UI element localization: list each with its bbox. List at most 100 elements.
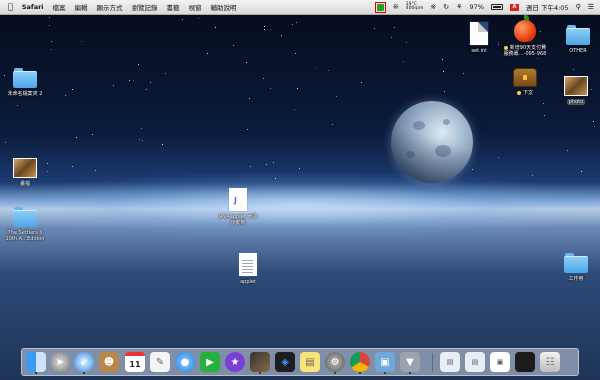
menu-help[interactable]: 輔助說明 xyxy=(211,2,237,12)
icon-label: 未命名檔案夾 2 xyxy=(7,91,43,97)
star xyxy=(81,41,82,42)
star xyxy=(374,28,375,29)
star xyxy=(72,89,73,90)
star xyxy=(76,137,77,138)
bluetooth-icon[interactable]: ※ xyxy=(430,3,436,11)
menu-history[interactable]: 瀏覽記錄 xyxy=(132,2,158,12)
star xyxy=(270,29,271,30)
star xyxy=(247,129,248,130)
documents-stack-icon[interactable]: ▤ xyxy=(465,352,485,372)
star xyxy=(567,150,568,151)
icon-label: 畫檔 xyxy=(19,181,30,187)
menu-file[interactable]: 檔案 xyxy=(53,2,66,12)
wifi-icon[interactable]: ⚘ xyxy=(456,3,462,11)
star xyxy=(443,71,444,72)
apple-menu-icon[interactable]:  xyxy=(8,0,13,14)
star xyxy=(573,69,574,70)
trash-icon[interactable]: ☷ xyxy=(540,352,560,372)
star xyxy=(133,80,134,81)
moon-shadow xyxy=(391,101,473,183)
star xyxy=(92,134,93,135)
icon-label: photo xyxy=(566,99,586,105)
photos-icon[interactable] xyxy=(250,352,270,372)
system-preferences-icon[interactable]: ⚙ xyxy=(325,352,345,372)
star xyxy=(139,139,140,140)
icon-label: 工作用 xyxy=(568,276,584,282)
star xyxy=(263,78,264,79)
preview-icon[interactable]: ▣ xyxy=(375,352,395,372)
star xyxy=(264,29,265,30)
textedit-icon[interactable]: ✎ xyxy=(150,352,170,372)
star xyxy=(233,45,234,46)
dock: ➤ ➶ ☻ 11 ✎ ● ▶ ★ ◈ ▤ ⚙ ▣ ▼ ▤ ▤ ▣ ☷ xyxy=(21,348,579,376)
app-menu[interactable]: Safari xyxy=(22,3,44,11)
menu-edit[interactable]: 編輯 xyxy=(75,2,88,12)
spotlight-icon[interactable]: ⚲ xyxy=(576,3,581,11)
icon-label: applet xyxy=(240,279,256,285)
star xyxy=(215,27,216,28)
screenshots-stack-icon[interactable]: ▣ xyxy=(490,352,510,372)
chrome-icon[interactable] xyxy=(350,352,370,372)
star xyxy=(165,73,166,74)
desktop-folder-untitled[interactable]: 未命名檔案夾 2 xyxy=(0,68,53,97)
desktop-folder-other[interactable]: OTHER xyxy=(550,25,600,54)
menu-bar:  Safari 檔案 編輯 顯示方式 瀏覽記錄 書籤 視窗 輔助說明 ❊ 29… xyxy=(0,0,600,15)
notification-center-icon[interactable]: ☰ xyxy=(588,3,594,11)
messages-icon[interactable]: ● xyxy=(175,352,195,372)
star xyxy=(361,82,362,83)
star xyxy=(391,37,392,38)
tag-dot xyxy=(516,90,521,95)
star xyxy=(51,41,52,42)
launchpad-icon[interactable]: ➤ xyxy=(50,352,70,372)
installer-icon[interactable]: ▼ xyxy=(400,352,420,372)
star xyxy=(266,164,267,165)
finder-icon[interactable] xyxy=(26,352,46,372)
star xyxy=(162,144,163,145)
contacts-icon[interactable]: ☻ xyxy=(99,352,119,372)
star xyxy=(141,128,142,129)
star xyxy=(275,178,276,179)
desktop-file-image[interactable]: 畫檔 xyxy=(0,158,53,187)
java-document-icon: J xyxy=(229,188,247,211)
star xyxy=(270,88,271,89)
dashcode-icon[interactable]: ◈ xyxy=(275,352,295,372)
star xyxy=(198,18,199,19)
star xyxy=(281,35,282,36)
clock[interactable]: 週日 下午4:05 xyxy=(526,2,569,12)
desktop-file-applet[interactable]: applet xyxy=(220,253,276,285)
input-source-icon[interactable]: A xyxy=(509,3,519,11)
desktop-folder-settlers[interactable]: The Settlers II 10th A…Edition xyxy=(0,207,53,242)
star xyxy=(17,105,18,106)
document-icon xyxy=(239,253,257,276)
folder-icon xyxy=(564,253,588,273)
treasure-chest-icon xyxy=(513,68,537,87)
desktop-file-javapplet[interactable]: J JAVAapplet.木取 後動到 xyxy=(210,188,266,226)
menu-bookmarks[interactable]: 書籤 xyxy=(167,2,180,12)
desktop-folder-work[interactable]: 工作用 xyxy=(548,253,600,282)
safari-icon[interactable]: ➶ xyxy=(74,352,94,372)
desktop-photo[interactable]: photo xyxy=(548,76,600,105)
star xyxy=(406,42,407,43)
icon-label: 下文 xyxy=(516,90,533,96)
downloads-stack-icon[interactable]: ▤ xyxy=(440,352,460,372)
menu-window[interactable]: 視窗 xyxy=(189,2,202,12)
star xyxy=(264,26,265,27)
document-icon xyxy=(470,22,488,45)
facetime-icon[interactable]: ▶ xyxy=(200,352,220,372)
menu-view[interactable]: 顯示方式 xyxy=(97,2,123,12)
star xyxy=(316,67,317,68)
sync-icon[interactable]: ↻ xyxy=(443,3,449,11)
desktop-download[interactable]: 下文 xyxy=(497,68,553,96)
fan-icon[interactable]: ❊ xyxy=(393,3,399,11)
star xyxy=(463,73,464,74)
folder-stack-icon[interactable] xyxy=(515,352,535,372)
battery-icon[interactable] xyxy=(490,4,503,10)
imovie-icon[interactable]: ★ xyxy=(225,352,245,372)
star xyxy=(444,91,445,92)
highlighted-status-icon[interactable] xyxy=(374,1,386,13)
temperature-readout[interactable]: 29°C 400rpm xyxy=(406,2,424,12)
star xyxy=(72,166,73,167)
stickies-icon[interactable]: ▤ xyxy=(300,352,320,372)
desktop-apple-promo[interactable]: 新增90天支付費 服務專…-095-968 xyxy=(497,15,553,57)
calendar-icon[interactable]: 11 xyxy=(125,352,145,372)
